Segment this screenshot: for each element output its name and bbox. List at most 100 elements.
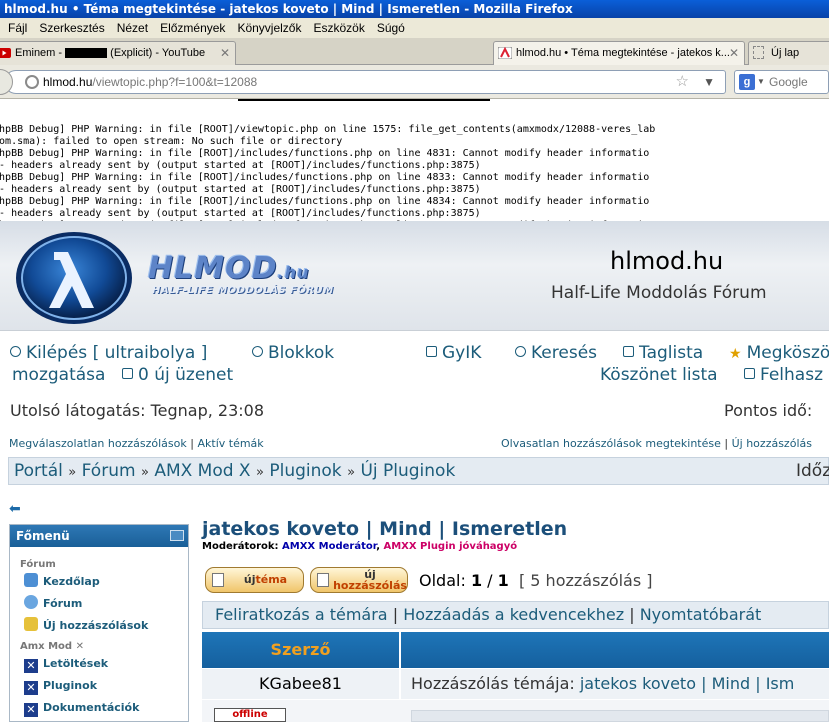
document-icon [317, 573, 329, 587]
sidebar-item-label: Fórum [43, 597, 83, 610]
page-total: 1 [497, 571, 509, 590]
plus-icon [252, 346, 263, 357]
close-icon[interactable]: ✕ [220, 42, 230, 64]
thanks-link[interactable]: ★ Megköszö [729, 343, 829, 363]
active-topics-link[interactable]: Aktív témák [197, 437, 263, 450]
site-header: HLMOD.hu HALF-LIFE MODDOLÁS FÓRUM hlmod.… [0, 221, 829, 331]
status-badge: offline [214, 708, 286, 722]
breadcrumb-portal[interactable]: Portál [14, 461, 63, 481]
menu-bookmarks[interactable]: Könyvjelzők [231, 18, 307, 38]
timezone-label: Időz [796, 461, 829, 481]
post-subject-part[interactable]: Mind [712, 674, 751, 693]
tab-new[interactable]: Új lap [748, 41, 829, 65]
user-link[interactable]: Felhasz [744, 365, 823, 385]
close-icon[interactable]: ✕ [729, 42, 739, 64]
menu-tools[interactable]: Eszközök [307, 18, 370, 38]
sidebar-item-label: Kezdőlap [43, 575, 100, 588]
post-count: [ 5 hozzászólás ] [518, 571, 653, 590]
separator: | [190, 437, 194, 450]
main-menu-block: Főmenü Fórum Kezdőlap Fórum Új hozzászól… [9, 524, 189, 722]
search-bar[interactable]: g ▼ Google [734, 70, 829, 94]
menu-history[interactable]: Előzmények [154, 18, 231, 38]
separator: | [701, 674, 707, 693]
post-subject-part[interactable]: Ism [766, 674, 795, 693]
blocks-move-link[interactable]: mozgatása [12, 365, 105, 385]
subscribe-link[interactable]: Feliratkozás a témára [215, 605, 388, 624]
logout-link[interactable]: Kilépés [ ultraibolya ] [10, 343, 207, 363]
amx-x-icon: ✕ [24, 703, 38, 717]
tab-bar: Eminem - (Explicit) - YouTube ✕ hlmod.hu… [0, 38, 829, 101]
category-amx: Amx Mod ✕ [10, 641, 188, 653]
search-link[interactable]: Keresés [515, 343, 597, 363]
collapse-icon[interactable] [170, 530, 184, 541]
forum-icon [24, 595, 38, 609]
breadcrumb-amxmodx[interactable]: AMX Mod X [154, 461, 250, 481]
bookmark-link[interactable]: Hozzáadás a kedvencekhez [403, 605, 624, 624]
debug-warning-continuation: nyom.sma): failed to open stream: No suc… [0, 136, 343, 147]
debug-warning-continuation: n - headers already sent by (output star… [0, 208, 481, 219]
google-icon[interactable]: g [739, 74, 755, 90]
thanks-list-label: Köszönet lista [600, 365, 718, 385]
members-link[interactable]: Taglista [623, 343, 703, 363]
back-arrow-icon[interactable]: ⬅ [9, 501, 21, 517]
debug-warnings: [phpBB Debug] PHP Warning: in file [ROOT… [0, 100, 829, 221]
post-author[interactable]: KGabee81 [202, 669, 399, 699]
sidebar-item-plugins[interactable]: ✕ Pluginok [10, 675, 188, 697]
logo-main-text: HLMOD [148, 251, 278, 286]
post-subject: Hozzászólás témája: jatekos koveto | Min… [401, 669, 829, 699]
menu-view[interactable]: Nézet [111, 18, 154, 38]
new-topic-button[interactable]: újtéma [205, 567, 304, 593]
unanswered-link[interactable]: Megválaszolatlan hozzászólások [9, 437, 187, 450]
debug-warning-continuation: n - headers already sent by (output star… [0, 184, 481, 195]
breadcrumb-forum[interactable]: Fórum [82, 461, 136, 481]
logo-suffix: .hu [277, 263, 310, 282]
tab-youtube[interactable]: Eminem - (Explicit) - YouTube ✕ [0, 41, 236, 65]
moderator-group-1[interactable]: AMXX Moderátor [282, 541, 376, 552]
blank-page-icon [753, 46, 764, 59]
sidebar-item-docs[interactable]: ✕ Dokumentációk [10, 697, 188, 719]
breadcrumb: Portál » Fórum » AMX Mod X » Pluginok » … [8, 457, 829, 485]
faq-link[interactable]: GyIK [426, 343, 481, 363]
user-icon [744, 368, 755, 379]
breadcrumb-new-plugins[interactable]: Új Pluginok [360, 461, 455, 481]
tab-hlmod[interactable]: hlmod.hu • Téma megtekintése - jatekos k… [493, 41, 745, 65]
post-subject-part[interactable]: jatekos koveto [580, 674, 696, 693]
sidebar-item-forum[interactable]: Fórum [10, 593, 188, 615]
menu-file[interactable]: Fájl [0, 18, 33, 38]
help-icon [426, 346, 437, 357]
hlmod-favicon-icon [498, 47, 512, 59]
quicklinks-right: Olvasatlan hozzászólások megtekintése | … [501, 437, 812, 450]
menu-edit[interactable]: Szerkesztés [33, 18, 110, 38]
topic-title[interactable]: jatekos koveto | Mind | Ismeretlen [202, 518, 567, 540]
reply-button[interactable]: új hozzászólás [310, 567, 408, 593]
site-description: Half-Life Moddolás Fórum [551, 283, 767, 303]
dropdown-icon[interactable]: ▼ [757, 71, 765, 93]
url-bar[interactable]: hlmod.hu/viewtopic.php?f=100&t=12088 ☆ ▼ [0, 69, 726, 95]
moderator-group-2[interactable]: AMXX Plugin jóváhagyó [383, 541, 517, 552]
print-link[interactable]: Nyomtatóbarát [640, 605, 762, 624]
category-forum: Fórum [20, 559, 56, 570]
lambda-logo-icon[interactable] [14, 230, 134, 326]
separator: | [724, 437, 729, 450]
current-time-label: Pontos idő: [724, 401, 813, 420]
separator: | [755, 674, 761, 693]
new-posts-link[interactable]: Új hozzászólás [732, 437, 812, 450]
breadcrumb-pluginok[interactable]: Pluginok [269, 461, 341, 481]
pagination: Oldal: 1 / 1 [ 5 hozzászólás ] [419, 571, 653, 590]
bookmark-star-icon[interactable]: ☆ [676, 71, 689, 93]
menu-help[interactable]: Súgó [371, 18, 411, 38]
new-messages-link[interactable]: 0 új üzenet [122, 365, 233, 385]
sidebar-item-home[interactable]: Kezdőlap [10, 571, 188, 593]
moderators: Moderátorok: AMXX Moderátor, AMXX Plugin… [202, 541, 518, 552]
blocks-link[interactable]: Blokkok [252, 343, 334, 363]
sidebar-item-downloads[interactable]: ✕ Letöltések [10, 653, 188, 675]
back-button[interactable] [0, 69, 13, 95]
unread-link[interactable]: Olvasatlan hozzászólások megtekintése [501, 437, 721, 450]
logo-subtitle: HALF-LIFE MODDOLÁS FÓRUM [152, 285, 334, 296]
sidebar-item-new-posts[interactable]: Új hozzászólások [10, 615, 188, 637]
go-arrow-icon[interactable]: ▼ [703, 71, 715, 93]
new-messages-label: 0 új üzenet [138, 365, 234, 385]
thanks-list-link[interactable]: Köszönet lista [600, 365, 718, 385]
debug-warning-line: [phpBB Debug] PHP Warning: in file [ROOT… [0, 172, 650, 183]
separator: » [347, 465, 356, 480]
